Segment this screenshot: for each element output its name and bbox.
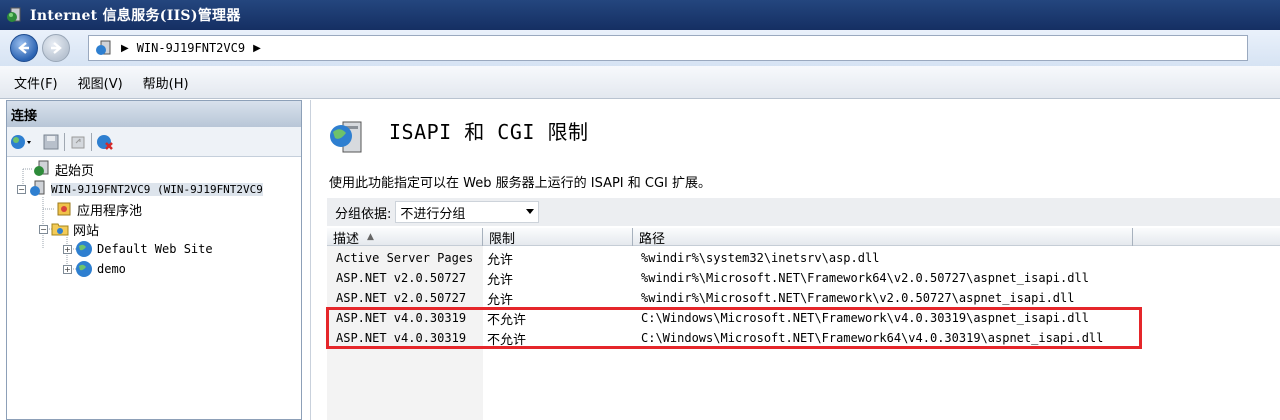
connections-toolbar: [7, 127, 301, 157]
menu-file[interactable]: 文件(F): [14, 73, 58, 92]
iis-app-icon: [6, 6, 24, 24]
expand-icon[interactable]: +: [63, 264, 72, 274]
expand-icon[interactable]: +: [63, 244, 72, 254]
cell-description: ASP.NET v2.0.50727: [336, 291, 467, 305]
connections-panel: 连接 起始页 − WIN-9J19FNT2VC9 (WIN-9J19FNT2VC…: [6, 100, 302, 420]
table-row[interactable]: Active Server Pages 允许 %windir%\system32…: [327, 248, 1280, 268]
toolbar-divider: [64, 132, 65, 151]
sort-ascending-icon: ▲: [367, 232, 374, 242]
tree-label: 起始页: [55, 163, 95, 179]
column-label: 限制: [489, 231, 516, 247]
cell-path: %windir%\Microsoft.NET\Framework\v2.0.50…: [641, 291, 1075, 305]
window-title: Internet 信息服务(IIS)管理器: [30, 8, 241, 24]
forward-button[interactable]: [42, 34, 70, 62]
menu-help[interactable]: 帮助(H): [143, 73, 189, 92]
group-by-select[interactable]: 不进行分组: [395, 201, 540, 223]
tree-item-start-page[interactable]: 起始页: [33, 159, 94, 179]
column-header-description[interactable]: 描述 ▲: [327, 228, 483, 247]
address-row: ▶ WIN-9J19FNT2VC9 ▶: [0, 30, 1280, 66]
table-row[interactable]: ASP.NET v2.0.50727 允许 %windir%\Microsoft…: [327, 268, 1280, 288]
tree-item-server[interactable]: − WIN-9J19FNT2VC9 (WIN-9J19FNT2VC9: [17, 179, 263, 199]
isapi-cgi-feature-icon: [327, 116, 367, 156]
save-icon[interactable]: [42, 133, 60, 151]
toolbar-divider: [91, 132, 92, 151]
forward-arrow-icon: [51, 42, 62, 54]
up-level-icon[interactable]: [69, 133, 87, 151]
collapse-icon[interactable]: −: [39, 224, 48, 234]
page-title: ISAPI 和 CGI 限制: [389, 120, 589, 144]
tree-item-default-web-site[interactable]: + Default Web Site: [63, 239, 213, 259]
tree-label: demo: [97, 262, 126, 276]
column-header-empty: [1133, 228, 1280, 246]
title-bar: Internet 信息服务(IIS)管理器: [0, 0, 1280, 30]
app-pool-icon: [55, 200, 73, 218]
cell-restriction: 允许: [487, 252, 514, 268]
column-label: 路径: [639, 231, 666, 247]
cell-restriction: 允许: [487, 272, 514, 288]
group-by-bar: 分组依据: 不进行分组: [327, 198, 1280, 226]
menu-bar: 文件(F) 视图(V) 帮助(H): [0, 66, 1280, 99]
connections-header: 连接: [7, 101, 301, 127]
highlight-annotation-box: [326, 307, 1142, 349]
collapse-icon[interactable]: −: [17, 184, 26, 194]
breadcrumb-server[interactable]: WIN-9J19FNT2VC9: [137, 41, 245, 55]
tree-item-demo[interactable]: + demo: [63, 259, 126, 279]
column-header-path[interactable]: 路径: [633, 228, 1133, 247]
column-label: 描述: [333, 231, 360, 247]
cell-description: ASP.NET v2.0.50727: [336, 271, 467, 285]
menu-view[interactable]: 视图(V): [78, 73, 123, 92]
cell-path: %windir%\Microsoft.NET\Framework64\v2.0.…: [641, 271, 1089, 285]
column-header-restriction[interactable]: 限制: [483, 228, 633, 247]
cell-path: %windir%\system32\inetsrv\asp.dll: [641, 251, 880, 265]
table-row[interactable]: ASP.NET v2.0.50727 允许 %windir%\Microsoft…: [327, 288, 1280, 308]
tree-label: 应用程序池: [77, 203, 143, 219]
address-bar[interactable]: ▶ WIN-9J19FNT2VC9 ▶: [88, 35, 1248, 61]
back-arrow-icon: [18, 42, 29, 54]
tree-label: 网站: [73, 223, 100, 239]
start-page-icon: [33, 160, 51, 178]
group-by-value: 不进行分组: [400, 206, 466, 222]
globe-icon: [75, 240, 93, 258]
tree-label: WIN-9J19FNT2VC9 (WIN-9J19FNT2VC9: [51, 182, 263, 196]
globe-icon: [75, 260, 93, 278]
back-button[interactable]: [10, 34, 38, 62]
connect-globe-icon[interactable]: [10, 133, 31, 151]
breadcrumb-separator-icon[interactable]: ▶: [253, 43, 261, 54]
feature-panel: ISAPI 和 CGI 限制 使用此功能指定可以在 Web 服务器上运行的 IS…: [310, 100, 1280, 420]
disconnect-icon[interactable]: [96, 133, 114, 151]
dropdown-arrow-icon: [526, 209, 535, 214]
tree-item-sites[interactable]: − 网站: [39, 219, 99, 239]
group-by-label: 分组依据:: [335, 206, 392, 222]
tree-item-app-pools[interactable]: 应用程序池: [55, 199, 142, 219]
breadcrumb-separator-icon: ▶: [121, 42, 129, 54]
tree-label: Default Web Site: [97, 242, 213, 256]
cell-description: Active Server Pages: [336, 251, 474, 265]
server-icon: [29, 180, 47, 198]
folder-icon: [51, 220, 69, 238]
server-icon: [95, 39, 113, 57]
table-header: 描述 ▲ 限制 路径: [327, 228, 1280, 247]
connections-tree: 起始页 − WIN-9J19FNT2VC9 (WIN-9J19FNT2VC9 应…: [7, 157, 301, 277]
cell-restriction: 允许: [487, 292, 514, 308]
feature-description: 使用此功能指定可以在 Web 服务器上运行的 ISAPI 和 CGI 扩展。: [329, 176, 712, 191]
